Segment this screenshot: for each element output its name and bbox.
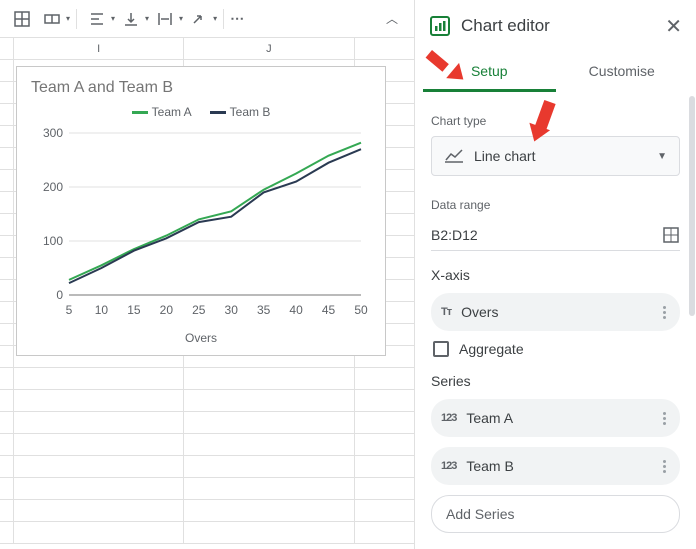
- chart-legend: Team A Team B: [25, 105, 377, 119]
- aggregate-label: Aggregate: [459, 341, 524, 357]
- valign-button[interactable]: [117, 5, 145, 33]
- number-type-icon: 123: [441, 412, 456, 424]
- caret-down-icon: ▾: [145, 14, 149, 23]
- more-options-icon[interactable]: [659, 460, 670, 473]
- series-heading: Series: [431, 373, 680, 389]
- aggregate-checkbox[interactable]: [433, 341, 449, 357]
- x-axis-chip[interactable]: Tᴛ Overs: [431, 293, 680, 331]
- caret-down-icon: ▾: [66, 14, 70, 23]
- merge-button[interactable]: [38, 5, 66, 33]
- chart-type-dropdown[interactable]: Line chart ▼: [431, 136, 680, 176]
- caret-down-icon: ▾: [179, 14, 183, 23]
- chart-type-label: Chart type: [431, 114, 680, 128]
- caret-down-icon: ▼: [657, 151, 667, 162]
- data-range-input[interactable]: B2:D12: [431, 227, 662, 243]
- tab-customise[interactable]: Customise: [556, 52, 689, 92]
- more-options-icon[interactable]: [659, 306, 670, 319]
- chart-editor-panel: Chart editor ✕ Setup Customise Chart typ…: [414, 0, 696, 549]
- halign-button[interactable]: [83, 5, 111, 33]
- rotate-button[interactable]: [185, 5, 213, 33]
- line-chart-icon: [444, 148, 464, 164]
- close-icon[interactable]: ✕: [665, 14, 682, 39]
- series-chip[interactable]: 123 Team B: [431, 447, 680, 485]
- panel-scrollbar[interactable]: [688, 92, 696, 549]
- more-options-icon[interactable]: [659, 412, 670, 425]
- legend-item: Team B: [230, 105, 271, 119]
- separator: [76, 9, 77, 29]
- panel-title: Chart editor: [461, 16, 550, 36]
- col-header[interactable]: I: [14, 38, 184, 59]
- x-axis-title: Overs: [25, 331, 377, 345]
- x-axis-heading: X-axis: [431, 267, 680, 283]
- add-series-button[interactable]: Add Series: [431, 495, 680, 533]
- data-range-label: Data range: [431, 198, 680, 212]
- borders-button[interactable]: [8, 5, 36, 33]
- select-range-icon[interactable]: [662, 226, 680, 244]
- chart-editor-icon: [429, 15, 451, 37]
- text-type-icon: Tᴛ: [441, 306, 451, 318]
- separator: [223, 9, 224, 29]
- caret-down-icon: ▾: [213, 14, 217, 23]
- legend-item: Team A: [152, 105, 192, 119]
- series-chip[interactable]: 123 Team A: [431, 399, 680, 437]
- caret-down-icon: ▾: [111, 14, 115, 23]
- collapse-toolbar-button[interactable]: ︿: [386, 10, 398, 27]
- embedded-chart[interactable]: Team A and Team B Team A Team B 01002003…: [16, 66, 386, 356]
- tab-setup[interactable]: Setup: [423, 52, 556, 92]
- col-header[interactable]: J: [184, 38, 354, 59]
- more-button[interactable]: ⋯: [230, 10, 246, 27]
- chart-title: Team A and Team B: [31, 79, 377, 97]
- wrap-button[interactable]: [151, 5, 179, 33]
- number-type-icon: 123: [441, 460, 456, 472]
- chart-plot: 01002003005101520253035404550: [31, 125, 371, 325]
